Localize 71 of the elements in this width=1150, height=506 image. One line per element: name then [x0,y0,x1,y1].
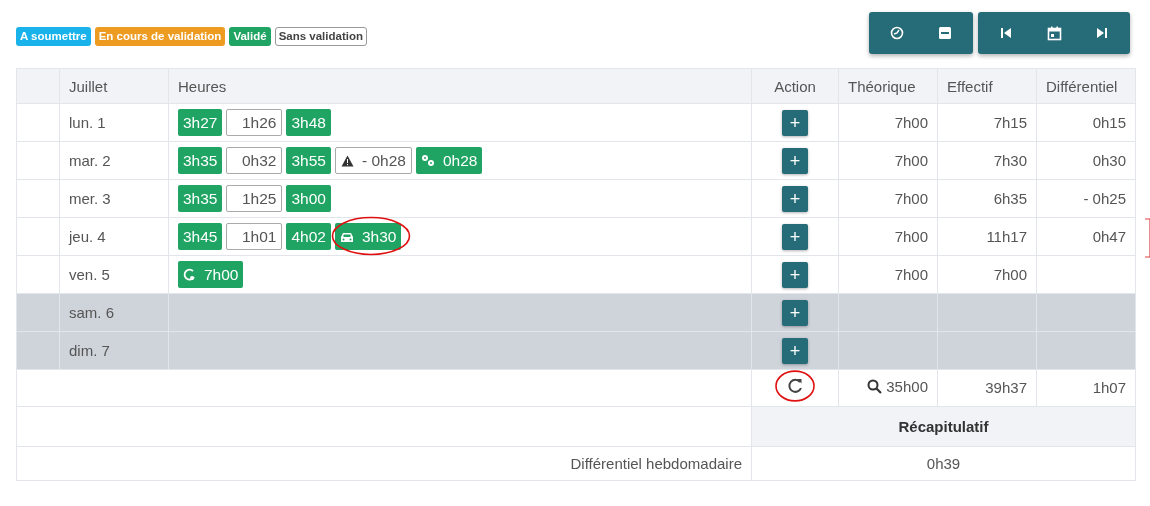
table-cell: 0h30 [1092,151,1126,169]
table-cell: 7h00 [838,179,938,218]
table-cell: 7h00 [838,217,938,256]
status-badge: Sans validation [274,27,367,46]
time-chip[interactable]: 1h01 [226,223,283,250]
add-button[interactable]: + [782,185,808,212]
time-chip[interactable]: 3h30 [334,223,402,250]
skip-forward-icon [1096,27,1108,39]
time-chip[interactable]: 0h32 [226,147,283,174]
recurring-icon [183,267,196,282]
time-chip[interactable]: 3h27 [178,109,223,136]
table-cell: - 0h25 [1083,189,1126,207]
table-cell: 6h35 [937,179,1037,218]
column-header: Action [751,68,839,104]
status-badge: En cours de validation [94,27,226,46]
day-cell: jeu. 4 [59,217,169,256]
time-chip[interactable]: - 0h28 [334,147,412,174]
day-cell: ven. 5 [59,255,169,294]
table-cell: 7h00 [838,255,938,294]
table-cell: 7h00 [838,141,938,180]
status-badge: Validé [229,27,271,46]
column-header: Juillet [59,68,169,104]
day-cell: lun. 1 [59,103,169,142]
warning-icon [340,154,354,167]
day-cell: mar. 2 [59,141,169,180]
day-cell: dim. 7 [59,331,169,370]
day-cell: mer. 3 [59,179,169,218]
summary-label: Différentiel hebdomadaire [16,446,752,481]
search-icon[interactable] [867,379,883,395]
timer-icon [890,26,904,40]
add-button[interactable]: + [782,147,808,174]
status-badge: A soumettre [16,27,91,46]
add-button[interactable]: + [782,261,808,288]
time-chip[interactable]: 3h35 [178,185,223,212]
column-header: Effectif [937,68,1037,104]
table-cell: 35h00 [886,376,928,397]
summary-header: Récapitulatif [751,406,1136,447]
time-chip[interactable]: 3h48 [286,109,331,136]
table-cell: 7h00 [838,103,938,142]
time-chip[interactable]: 4h02 [286,223,331,250]
time-chip[interactable]: 1h25 [226,185,283,212]
gears-icon [420,154,435,167]
calendar-icon [1046,25,1062,41]
refresh-icon[interactable] [786,376,804,395]
document-icon [938,26,952,40]
time-chip[interactable]: 3h00 [286,185,331,212]
table-cell: 7h15 [937,103,1037,142]
time-chip[interactable]: 7h00 [178,261,244,288]
add-button[interactable]: + [782,223,808,250]
add-button[interactable]: + [782,337,808,364]
table-cell: 39h37 [937,369,1037,407]
column-header: Heures [168,68,752,104]
add-button[interactable]: + [782,109,808,136]
table-cell: 1h07 [1036,369,1136,407]
time-chip[interactable]: 3h55 [286,147,331,174]
car-icon [339,230,354,243]
time-chip[interactable]: 3h35 [178,147,223,174]
time-chip[interactable]: 0h28 [415,147,483,174]
table-cell: 7h00 [937,255,1037,294]
column-header: Théorique [838,68,938,104]
skip-back-icon [1000,27,1012,39]
table-cell: 11h17 [937,217,1037,256]
time-chip[interactable]: 1h26 [226,109,283,136]
table-cell: 7h30 [937,141,1037,180]
table-cell: 0h47 [1092,227,1126,245]
time-chip[interactable]: 3h45 [178,223,223,250]
table-cell: 0h15 [1092,113,1126,131]
add-button[interactable]: + [782,299,808,326]
column-header: Différentiel [1036,68,1136,104]
summary-value: 0h39 [751,446,1136,481]
day-cell: sam. 6 [59,293,169,332]
